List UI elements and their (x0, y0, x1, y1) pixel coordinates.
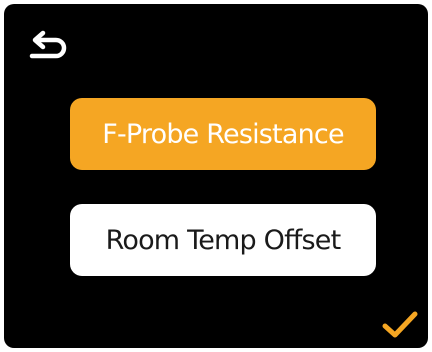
menu-option-f-probe-resistance[interactable]: F-Probe Resistance (70, 98, 376, 170)
confirm-button[interactable] (380, 308, 420, 342)
menu-option-label: Room Temp Offset (105, 224, 342, 256)
back-button[interactable] (26, 30, 74, 70)
back-arrow-icon (29, 30, 67, 59)
menu-option-room-temp-offset[interactable]: Room Temp Offset (70, 204, 376, 276)
checkmark-icon (382, 311, 418, 338)
device-screen: F-Probe Resistance Room Temp Offset (4, 4, 428, 348)
menu-option-label: F-Probe Resistance (102, 118, 344, 150)
